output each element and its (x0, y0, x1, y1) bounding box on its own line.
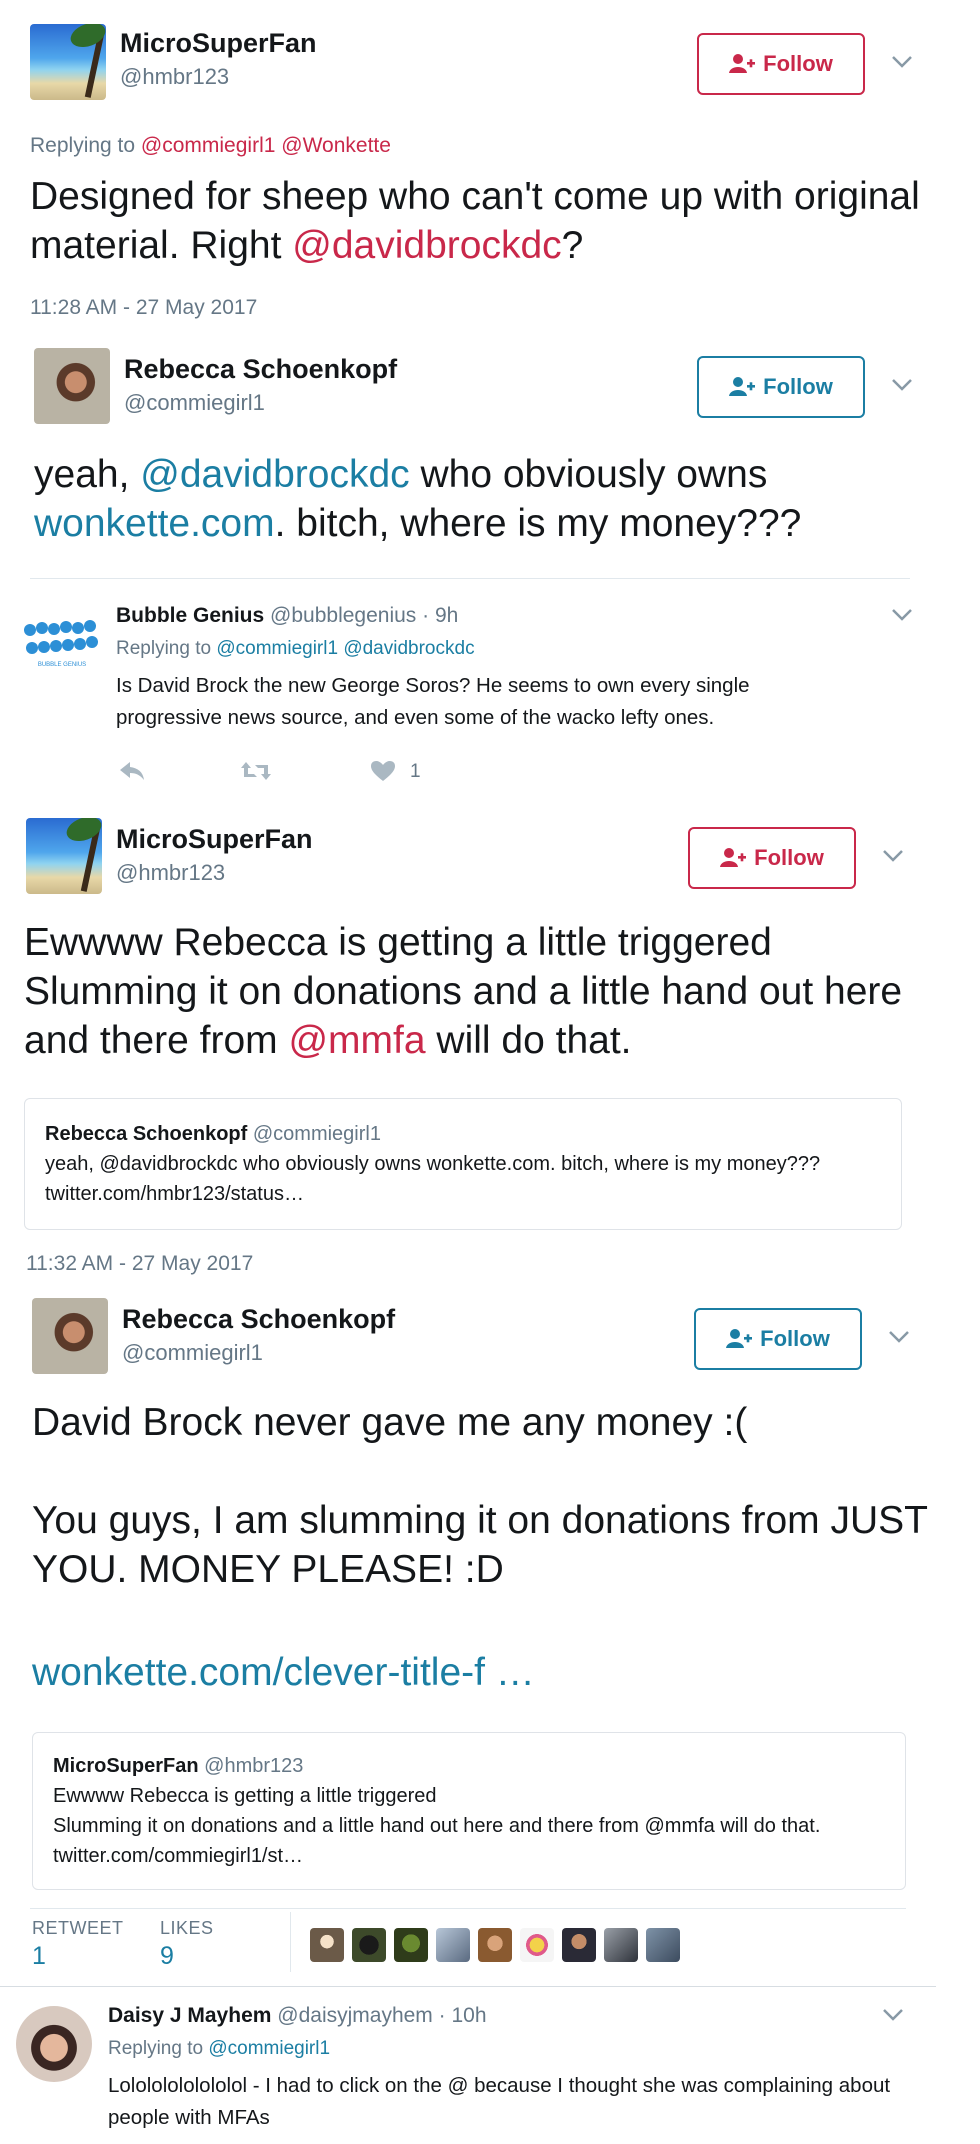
quoted-text: Ewwww Rebecca is getting a little trigge… (53, 1785, 437, 1807)
author-name[interactable]: MicroSuperFan (120, 28, 317, 59)
author-name[interactable]: Daisy J Mayhem (108, 2004, 271, 2027)
author-handle[interactable]: @hmbr123 (116, 860, 225, 886)
author-handle[interactable]: @hmbr123 (120, 64, 229, 90)
liker-avatar[interactable] (436, 1928, 470, 1962)
liker-avatar[interactable] (352, 1928, 386, 1962)
tweet-text-paragraph: You guys, I am slumming it on donations … (32, 1499, 938, 1591)
liker-avatar[interactable] (604, 1928, 638, 1962)
reply-text: Is David Brock the new George Soros? He … (116, 674, 750, 729)
retweet-label: RETWEET (32, 1918, 124, 1938)
follow-label: Follow (763, 51, 833, 76)
reply-header: Bubble Genius @bubblegenius · 9h (116, 604, 459, 627)
follow-button[interactable]: Follow (688, 827, 856, 889)
tweet-text: yeah, @davidbrockdc who obviously owns w… (34, 453, 802, 545)
retweet-icon[interactable] (240, 760, 272, 782)
avatar[interactable] (34, 348, 110, 424)
quoted-text: yeah, @davidbrockdc who obviously owns w… (45, 1153, 821, 1205)
chevron-down-icon[interactable] (891, 608, 913, 622)
quoted-author-handle: @commiegirl1 (252, 1123, 381, 1145)
chevron-down-icon[interactable] (882, 2008, 904, 2022)
liker-avatar[interactable] (310, 1928, 344, 1962)
liker-avatar[interactable] (646, 1928, 680, 1962)
author-name[interactable]: MicroSuperFan (116, 824, 313, 855)
follow-label: Follow (760, 1326, 830, 1351)
author-handle[interactable]: @commiegirl1 (122, 1340, 263, 1366)
follow-user-icon (720, 848, 747, 867)
follow-user-icon (726, 1329, 753, 1348)
replying-to: Replying to @commiegirl1 (108, 2038, 331, 2059)
divider (0, 1986, 936, 1987)
author-name[interactable]: Rebecca Schoenkopf (124, 354, 397, 385)
quoted-author-name: Rebecca Schoenkopf (45, 1123, 248, 1145)
avatar[interactable] (30, 24, 106, 100)
url-link[interactable]: wonkette.com/clever-title-f … (32, 1648, 535, 1697)
quoted-author-name: MicroSuperFan (53, 1755, 199, 1777)
avatar[interactable] (26, 818, 102, 894)
reply-time[interactable]: 10h (451, 2004, 486, 2027)
author-name[interactable]: Rebecca Schoenkopf (122, 1304, 395, 1335)
author-handle[interactable]: @bubblegenius (270, 604, 416, 627)
quoted-tweet[interactable]: Rebecca Schoenkopf @commiegirl1 yeah, @d… (24, 1098, 902, 1230)
reply-time[interactable]: 9h (435, 604, 458, 627)
bubble-genius-logo: BUBBLE GENIUS (24, 620, 98, 668)
mention-link[interactable]: @davidbrockdc (140, 453, 409, 496)
replying-to: Replying to @commiegirl1 @Wonkette (30, 134, 391, 157)
reply-text: Lolololololololol - I had to click on th… (108, 2074, 891, 2129)
svg-text:BUBBLE GENIUS: BUBBLE GENIUS (38, 662, 86, 668)
mention-link[interactable]: @Wonkette (281, 134, 391, 157)
follow-user-icon (729, 54, 756, 73)
reply-icon[interactable] (118, 760, 146, 782)
reply-header: Daisy J Mayhem @daisyjmayhem · 10h (108, 2004, 487, 2027)
tweet-text: Designed for sheep who can't come up wit… (30, 175, 931, 267)
mention-link[interactable]: @mmfa (288, 1019, 425, 1062)
like-icon[interactable] (370, 760, 396, 782)
quoted-tweet[interactable]: MicroSuperFan @hmbr123 Ewwww Rebecca is … (32, 1732, 906, 1890)
liker-avatar[interactable] (562, 1928, 596, 1962)
avatar[interactable] (16, 2006, 92, 2082)
mention-link[interactable]: @commiegirl1 (141, 134, 276, 157)
divider (30, 1908, 906, 1909)
chevron-down-icon[interactable] (891, 378, 913, 392)
chevron-down-icon[interactable] (882, 849, 904, 863)
author-handle[interactable]: @daisyjmayhem (277, 2004, 433, 2027)
follow-user-icon (729, 377, 756, 396)
divider (30, 578, 910, 579)
chevron-down-icon[interactable] (891, 55, 913, 69)
mention-link[interactable]: @commiegirl1 (208, 2038, 330, 2059)
tweet-text-paragraph: David Brock never gave me any money :( (32, 1401, 748, 1444)
replying-to: Replying to @commiegirl1 @davidbrockdc (116, 638, 475, 659)
url-link[interactable]: wonkette.com (34, 502, 275, 545)
avatar[interactable] (32, 1298, 108, 1374)
chevron-down-icon[interactable] (888, 1330, 910, 1344)
follow-button[interactable]: Follow (697, 356, 865, 418)
avatar[interactable]: BUBBLE GENIUS (22, 614, 102, 674)
vertical-divider (290, 1912, 291, 1972)
follow-button[interactable]: Follow (697, 33, 865, 95)
liker-avatar[interactable] (478, 1928, 512, 1962)
likes-label: LIKES (160, 1918, 214, 1938)
mention-link[interactable]: @commiegirl1 (216, 638, 338, 659)
follow-button[interactable]: Follow (694, 1308, 862, 1370)
follow-label: Follow (763, 374, 833, 399)
author-name[interactable]: Bubble Genius (116, 604, 264, 627)
like-count: 1 (410, 761, 421, 782)
liker-avatar[interactable] (520, 1928, 554, 1962)
mention-link[interactable]: @davidbrockdc (343, 638, 474, 659)
liker-avatar[interactable] (394, 1928, 428, 1962)
timestamp[interactable]: 11:28 AM - 27 May 2017 (30, 296, 257, 320)
timestamp[interactable]: 11:32 AM - 27 May 2017 (26, 1252, 253, 1276)
likes-count[interactable]: 9 (160, 1942, 174, 1971)
retweet-count[interactable]: 1 (32, 1942, 46, 1971)
tweet-text: Ewwww Rebecca is getting a little trigge… (24, 921, 913, 1062)
mention-link[interactable]: @davidbrockdc (292, 224, 561, 267)
quoted-author-handle: @hmbr123 (204, 1755, 304, 1777)
author-handle[interactable]: @commiegirl1 (124, 390, 265, 416)
quoted-text: Slumming it on donations and a little ha… (53, 1815, 821, 1867)
follow-label: Follow (754, 845, 824, 870)
